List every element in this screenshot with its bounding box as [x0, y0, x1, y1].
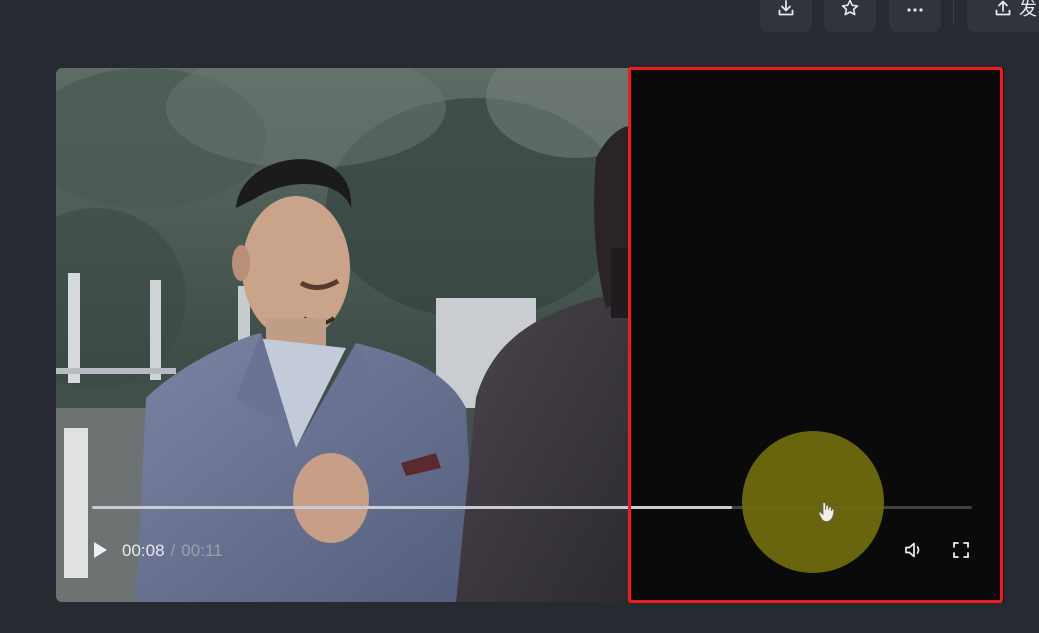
download-button[interactable] [760, 0, 812, 32]
time-display: 00:08 / 00:11 [122, 541, 223, 561]
current-time: 00:08 [122, 541, 165, 560]
volume-button[interactable] [902, 540, 926, 564]
download-icon [776, 0, 796, 18]
fullscreen-button[interactable] [949, 540, 973, 564]
star-icon [840, 0, 860, 18]
time-separator: / [170, 541, 176, 560]
volume-icon [904, 541, 924, 564]
video-frame [56, 68, 631, 602]
upload-icon [993, 0, 1013, 18]
hand-cursor-icon [818, 502, 835, 522]
more-horizontal-icon [905, 0, 925, 18]
progress-fill [92, 506, 732, 509]
publish-label: 发 [1019, 0, 1037, 19]
toolbar-divider [953, 0, 954, 24]
page: 发 00:08 / 00:11 [0, 0, 1039, 633]
play-button[interactable] [90, 541, 110, 564]
fullscreen-icon [952, 541, 970, 564]
duration: 00:11 [181, 541, 223, 560]
publish-button[interactable]: 发 [967, 0, 1039, 32]
more-button[interactable] [889, 0, 941, 32]
cursor-highlight [742, 431, 884, 573]
favorite-button[interactable] [824, 0, 876, 32]
play-icon [92, 541, 108, 564]
